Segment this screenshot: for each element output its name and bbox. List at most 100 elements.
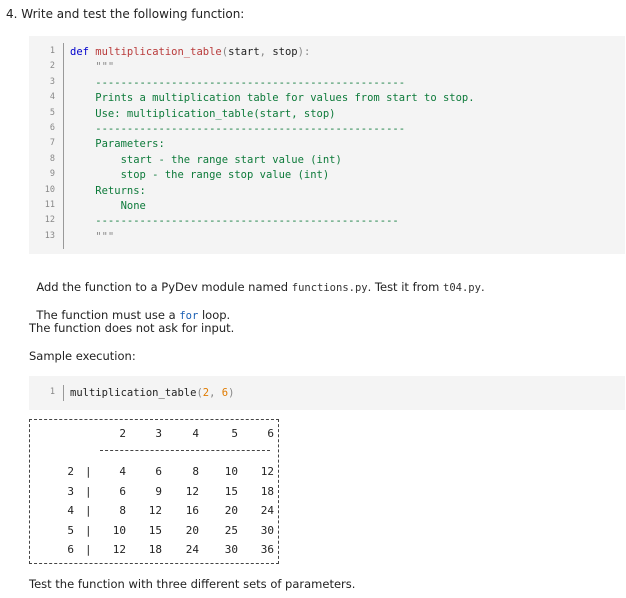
table-cell: 6 <box>155 465 162 478</box>
test-instruction: Test the function with three different s… <box>29 577 356 591</box>
text: Add the function to a PyDev module named <box>36 280 292 294</box>
table-cell: 20 <box>185 523 199 537</box>
gutter-divider <box>63 385 64 401</box>
sample-execution-label: Sample execution: <box>29 349 136 363</box>
row-label: 3 <box>67 484 74 498</box>
instruction-loop: The function must use a for loop. <box>29 294 230 322</box>
table-cell: 4 <box>119 465 126 478</box>
row-separator: | <box>85 543 92 556</box>
code-line: Prints a multiplication table for values… <box>70 91 475 105</box>
code-token: start - the range start value (int) <box>70 153 342 166</box>
code-line: Returns: <box>70 184 146 198</box>
sample-code-block: 1 multiplication_table(2, 6) <box>29 376 625 410</box>
code-line: def multiplication_table(start, stop): <box>70 45 310 59</box>
line-number: 4 <box>49 92 55 103</box>
line-number: 8 <box>49 153 55 164</box>
code-token: stop - the range stop value (int) <box>70 169 330 182</box>
row-separator: | <box>85 504 92 517</box>
code-line: """ <box>70 230 114 244</box>
column-header: 2 <box>119 427 126 440</box>
table-cell: 6 <box>119 484 126 498</box>
line-number-gutter: 1 <box>29 376 62 410</box>
module-name-code: functions.py <box>291 282 368 294</box>
table-cell: 12 <box>112 543 126 556</box>
table-cell: 15 <box>224 484 238 498</box>
line-number: 7 <box>49 138 55 149</box>
code-token: """ <box>70 230 115 243</box>
table-cell: 30 <box>260 523 274 537</box>
code-line: None <box>70 199 146 213</box>
text: The function must use a <box>36 308 180 322</box>
code-line: ----------------------------------------… <box>70 214 399 228</box>
table-cell: 12 <box>185 484 199 498</box>
test-module-code: t04.py <box>443 282 481 294</box>
row-label: 2 <box>67 465 74 478</box>
line-number: 5 <box>49 107 55 118</box>
line-number: 11 <box>44 200 55 210</box>
code-token: start <box>228 46 260 58</box>
code-token: multiplication_table <box>95 46 222 58</box>
table-cell: 25 <box>224 523 238 537</box>
header-divider <box>100 450 270 451</box>
code-line: Use: multiplication_table(start, stop) <box>70 107 336 121</box>
table-cell: 20 <box>224 504 238 517</box>
code-token: Prints a multiplication table for values… <box>70 92 475 105</box>
text: . Test it from <box>367 280 443 294</box>
line-number: 9 <box>49 169 55 180</box>
code-line: ----------------------------------------… <box>70 122 405 136</box>
column-header: 6 <box>267 427 274 440</box>
code-line: """ <box>70 60 114 74</box>
code-token: """ <box>70 61 115 74</box>
code-token: ): <box>297 46 311 58</box>
code-token: ----------------------------------------… <box>70 76 406 89</box>
table-cell: 12 <box>260 465 274 478</box>
row-separator: | <box>85 484 92 498</box>
code-token: ) <box>228 387 235 399</box>
row-separator: | <box>85 523 92 537</box>
instruction-module: Add the function to a PyDev module named… <box>29 266 485 294</box>
row-label: 6 <box>67 543 74 556</box>
column-header: 5 <box>231 427 238 440</box>
code-line: start - the range start value (int) <box>70 153 342 167</box>
line-number: 12 <box>44 215 55 226</box>
code-token: , <box>209 387 222 399</box>
text: loop. <box>198 308 231 322</box>
column-header: 3 <box>155 427 162 440</box>
table-cell: 8 <box>192 465 199 478</box>
code-token: ----------------------------------------… <box>70 123 406 135</box>
table-cell: 24 <box>260 504 274 517</box>
table-cell: 8 <box>119 504 126 517</box>
code-line: multiplication_table(2, 6) <box>70 386 234 400</box>
table-cell: 18 <box>260 484 274 498</box>
code-token: Parameters: <box>70 138 165 151</box>
function-code-block: 1 2 3 4 5 6 7 8 9 10 11 12 13 def multiplication_tab… <box>29 36 625 254</box>
code-token: multiplication_table <box>70 387 197 399</box>
table-cell: 24 <box>185 543 199 556</box>
table-cell: 18 <box>148 543 162 556</box>
text: . <box>480 280 485 294</box>
table-cell: 10 <box>224 465 238 478</box>
code-token: Returns: <box>70 184 146 197</box>
row-label: 5 <box>67 523 74 537</box>
code-token: Use: multiplication_table(start, stop) <box>70 107 336 120</box>
row-separator: | <box>85 465 92 478</box>
line-number: 1 <box>49 46 55 56</box>
code-token: None <box>70 200 146 212</box>
question-heading: 4. Write and test the following function… <box>6 7 245 21</box>
line-number: 1 <box>49 387 55 397</box>
sample-output-table: 2 3 4 5 6 2 | 4 6 8 10 12 3 | 6 9 12 15 18 4 | 8 12 16 20 24 5 | 10 1… <box>29 419 279 564</box>
line-number: 13 <box>44 230 55 241</box>
gutter-divider <box>63 43 64 249</box>
table-cell: 15 <box>148 523 162 537</box>
table-cell: 30 <box>224 543 238 556</box>
code-token: ----------------------------------------… <box>70 215 399 228</box>
code-line: ----------------------------------------… <box>70 76 405 90</box>
table-cell: 12 <box>148 504 162 517</box>
line-number: 2 <box>49 61 55 72</box>
row-label: 4 <box>67 504 74 517</box>
table-cell: 9 <box>155 484 162 498</box>
line-number: 10 <box>44 184 55 195</box>
code-line: stop - the range stop value (int) <box>70 168 330 182</box>
column-header: 4 <box>192 427 199 440</box>
line-number: 6 <box>49 123 55 133</box>
